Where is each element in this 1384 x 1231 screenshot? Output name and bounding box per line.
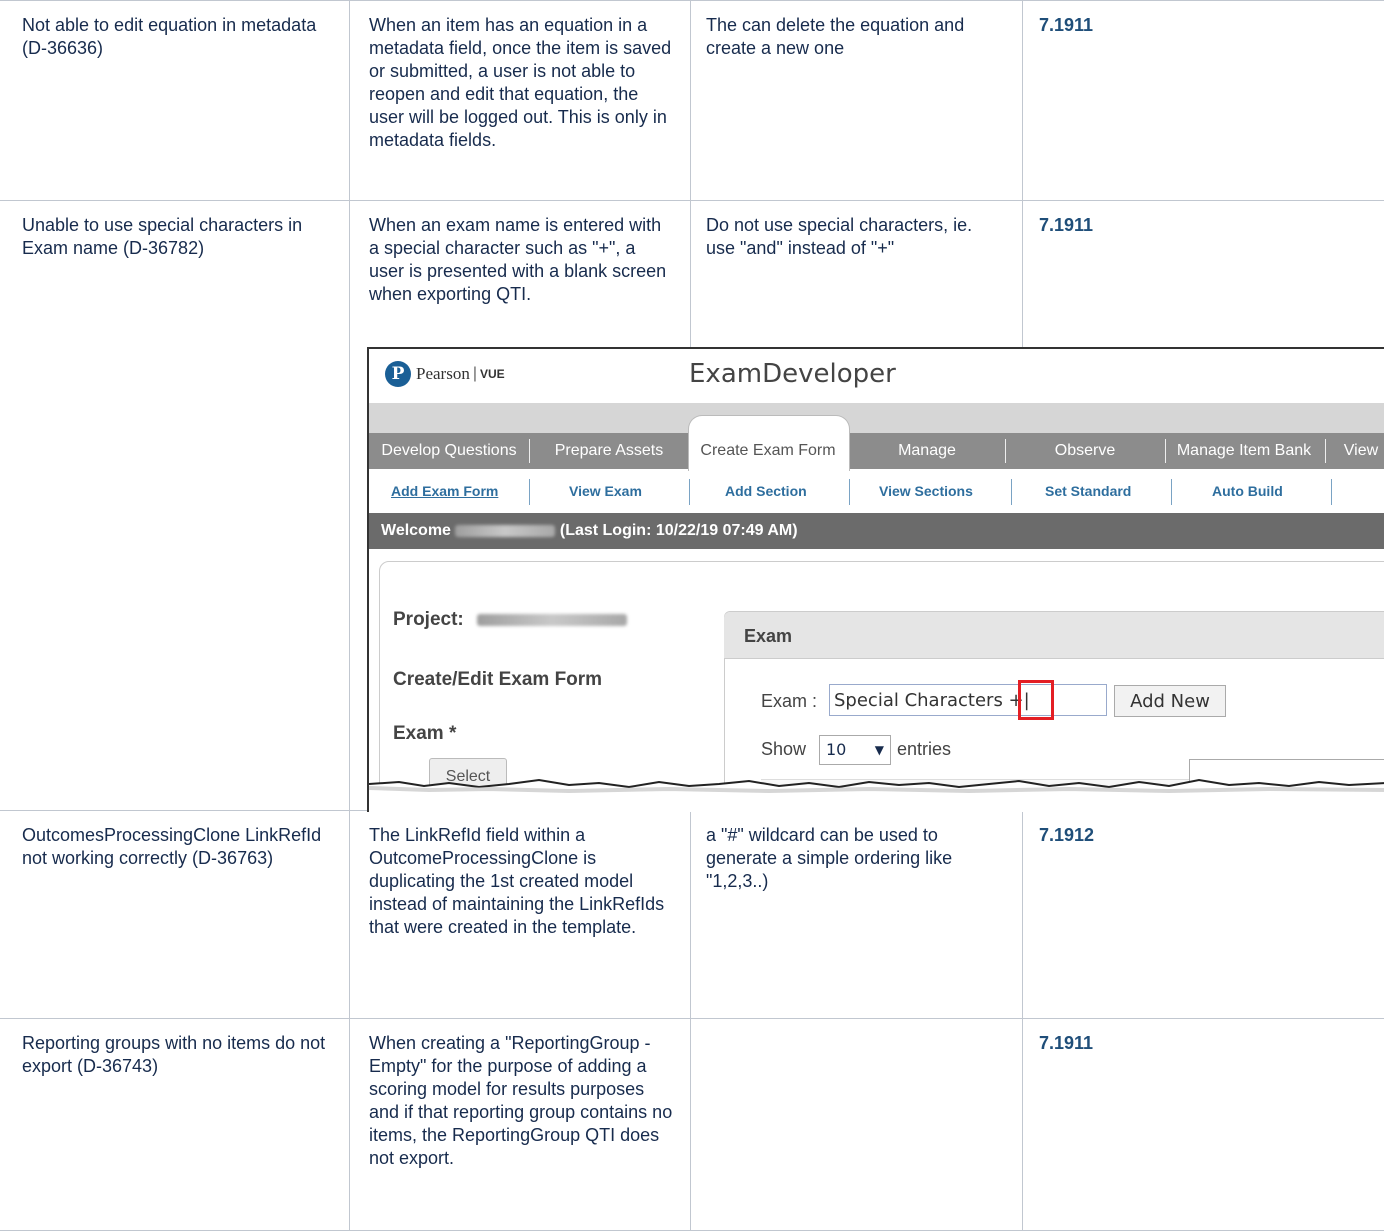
version-cell: 7.1911 [1023,1019,1384,1231]
embedded-screenshot: P Pearson | VUE ExamDeveloper Develop Qu… [367,347,1384,812]
subnav-separator [1171,479,1172,505]
nav-view[interactable]: View [1331,433,1384,469]
nav-manage-item-bank[interactable]: Manage Item Bank [1169,433,1319,469]
subnav-view-exam[interactable]: View Exam [569,483,642,499]
welcome-bar: Welcome (Last Login: 10/22/19 07:49 AM) [369,513,1384,549]
show-label: Show [761,739,806,760]
workaround-cell: a "#" wildcard can be used to generate a… [691,811,1023,1019]
version-link[interactable]: 7.1911 [1039,1033,1093,1053]
header-band [369,403,1384,433]
version-cell: 7.1911 [1023,1,1384,201]
issue-cell: Reporting groups with no items do not ex… [0,1019,350,1231]
description-cell: When an item has an equation in a metada… [350,1,691,201]
exam-panel-header [724,612,1384,659]
pearson-p-icon: P [385,361,411,387]
app-title: ExamDeveloper [689,359,896,389]
subnav-set-standard[interactable]: Set Standard [1045,483,1131,499]
project-label: Project: [393,609,627,631]
nav-separator [529,439,530,463]
nav-observe[interactable]: Observe [1013,433,1157,469]
entries-select[interactable]: 10 ▼ [819,735,891,765]
brand-separator: | [473,365,477,383]
subnav-separator [1011,479,1012,505]
torn-edge [369,774,1384,812]
workaround-cell [691,1019,1023,1231]
last-login: (Last Login: 10/22/19 07:49 AM) [560,522,798,539]
version-link[interactable]: 7.1911 [1039,15,1093,35]
nav-create-exam-form[interactable]: Create Exam Form [688,433,848,469]
pearson-vue-logo: P Pearson | VUE [385,361,505,387]
redacted-project [477,614,627,626]
welcome-prefix: Welcome [381,522,451,539]
entries-label: entries [897,739,951,760]
nav-separator [1165,439,1166,463]
nav-develop-questions[interactable]: Develop Questions [369,433,529,469]
highlight-box [1018,680,1054,720]
description-cell: When creating a "ReportingGroup - Empty"… [350,1019,691,1231]
nav-separator [1325,439,1326,463]
nav-prepare-assets[interactable]: Prepare Assets [537,433,681,469]
exam-field-label: Exam : [761,691,817,712]
subnav-separator [1331,479,1332,505]
redacted-username [455,525,555,537]
issue-cell: OutcomesProcessingClone LinkRefId not wo… [0,811,350,1019]
subnav-add-exam-form[interactable]: Add Exam Form [391,483,498,499]
table-row: Not able to edit equation in metadata (D… [0,1,1384,201]
dropdown-arrow-icon: ▼ [875,736,884,764]
table-row: Reporting groups with no items do not ex… [0,1019,1384,1231]
exam-required-label: Exam * [393,723,456,745]
version-link[interactable]: 7.1912 [1039,825,1094,845]
subnav-auto-build[interactable]: Auto Build [1212,483,1283,499]
workaround-cell: The can delete the equation and create a… [691,1,1023,201]
nav-separator [1005,439,1006,463]
exam-name-input[interactable]: Special Characters +| [829,684,1107,716]
subnav-separator [849,479,850,505]
subnav-separator [529,479,530,505]
nav-manage[interactable]: Manage [857,433,997,469]
exam-panel-title: Exam [744,626,792,647]
brand-name: Pearson [416,364,470,384]
add-new-button[interactable]: Add New [1114,685,1226,717]
issue-cell: Not able to edit equation in metadata (D… [0,1,350,201]
version-link[interactable]: 7.1911 [1039,215,1093,235]
subnav-view-sections[interactable]: View Sections [879,483,973,499]
brand-suffix: VUE [480,367,505,381]
description-cell: The LinkRefId field within a OutcomeProc… [350,811,691,1019]
issue-cell: Unable to use special characters in Exam… [0,201,350,811]
version-cell: 7.1912 [1023,811,1384,1019]
table-row: OutcomesProcessingClone LinkRefId not wo… [0,811,1384,1019]
subnav-separator [689,479,690,505]
subnav-add-section[interactable]: Add Section [725,483,807,499]
form-title: Create/Edit Exam Form [393,669,602,691]
